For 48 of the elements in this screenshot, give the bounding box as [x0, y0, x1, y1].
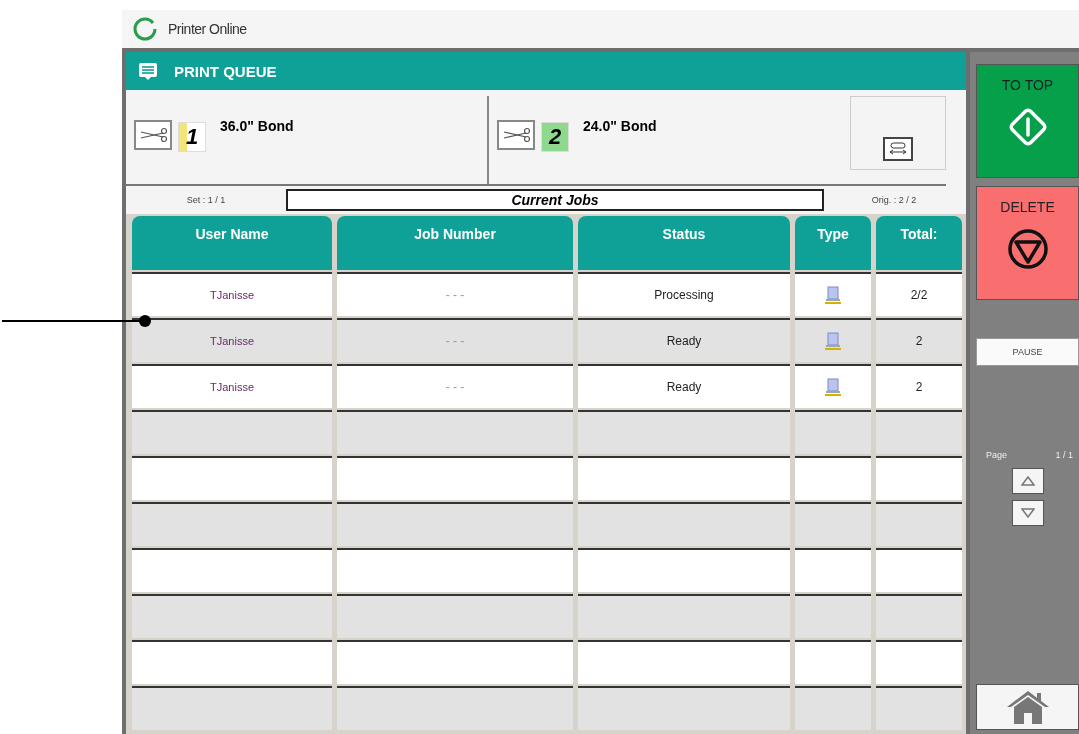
stop-icon [1005, 227, 1050, 271]
column-header[interactable]: Type [795, 216, 871, 270]
roll-number: 2 [541, 122, 569, 152]
table-cell: Processing [578, 272, 790, 316]
cutter-button[interactable] [497, 120, 535, 150]
table-cell: 2/2 [876, 272, 962, 316]
page-label: Page [986, 450, 1008, 460]
page-up-button[interactable] [1011, 468, 1044, 494]
set-label: Set : 1 / 1 [185, 195, 227, 205]
table-cell: TJanisse [132, 318, 332, 362]
roll-number: 1 [178, 122, 206, 152]
to-top-button[interactable]: TO TOP [976, 64, 1079, 178]
column-header[interactable]: Total: [876, 216, 962, 270]
column-header[interactable]: Job Number [337, 216, 573, 270]
table-cell: 2 [876, 318, 962, 362]
media-label: 36.0" Bond [220, 118, 294, 134]
paper-width-icon [887, 142, 909, 156]
down-triangle-icon [1020, 508, 1035, 518]
scissors-icon [502, 126, 530, 144]
up-triangle-icon [1020, 476, 1035, 486]
panel-title: PRINT QUEUE [174, 62, 277, 80]
list-title: Current Jobs [286, 189, 824, 211]
orig-label: Orig. : 2 / 2 [870, 195, 918, 205]
table-cell: - - - [337, 318, 573, 362]
column-header[interactable]: Status [578, 216, 790, 270]
home-button[interactable] [976, 684, 1079, 730]
table-cell: Ready [578, 364, 790, 408]
computer-icon [824, 378, 842, 396]
list-icon [138, 61, 158, 81]
scissors-icon [139, 126, 167, 144]
table-cell: TJanisse [132, 364, 332, 408]
media-label: 24.0" Bond [583, 118, 657, 134]
column-header[interactable]: User Name [132, 216, 332, 270]
ring-icon [132, 16, 158, 42]
status-text: Printer Online [168, 21, 247, 37]
page-down-button[interactable] [1011, 500, 1044, 526]
size-button[interactable] [883, 137, 913, 161]
table-cell: - - - [337, 272, 573, 316]
cutter-button[interactable] [134, 120, 172, 150]
pause-button[interactable]: PAUSE [976, 338, 1079, 366]
table-cell: TJanisse [132, 272, 332, 316]
computer-icon [824, 332, 842, 350]
computer-icon [824, 286, 842, 304]
table-cell: 2 [876, 364, 962, 408]
table-cell: - - - [337, 364, 573, 408]
page-count: 1 / 1 [1055, 450, 1073, 460]
delete-button[interactable]: DELETE [976, 186, 1079, 300]
table-cell: Ready [578, 318, 790, 362]
